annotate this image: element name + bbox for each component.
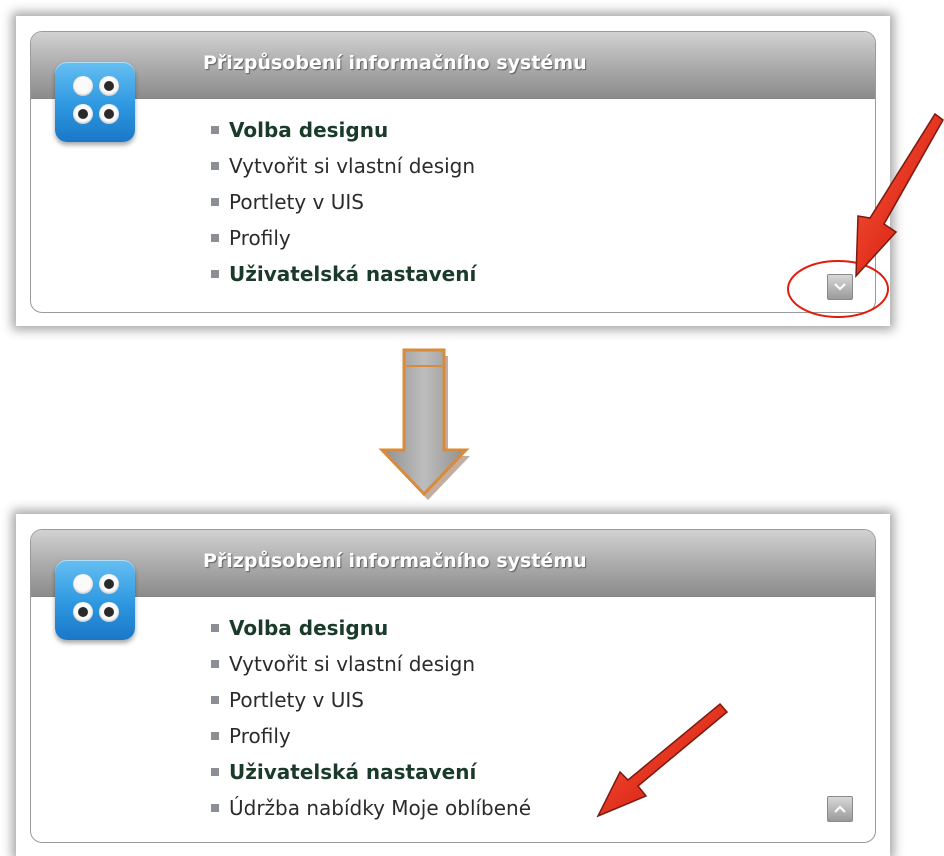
bullet-icon <box>211 623 219 632</box>
eye-icon <box>99 574 119 594</box>
bullet-icon <box>211 659 219 668</box>
bullet-icon <box>211 125 219 134</box>
panel-title: Přizpůsobení informačního systému <box>203 550 587 572</box>
app-icon <box>55 560 135 640</box>
menu-item[interactable]: Údržba nabídky Moje oblíbené <box>211 790 531 826</box>
transition-arrow <box>378 348 470 500</box>
menu-item[interactable]: Profily <box>211 718 531 754</box>
menu-item-label: Uživatelská nastavení <box>229 262 477 286</box>
menu-item[interactable]: Portlety v UIS <box>211 184 476 220</box>
bullet-icon <box>211 269 219 278</box>
eye-icon <box>73 602 93 622</box>
menu-list: Volba designu Vytvořit si vlastní design P… <box>211 112 476 292</box>
bullet-icon <box>211 695 219 704</box>
eye-icon <box>73 104 93 124</box>
menu-list: Volba designu Vytvořit si vlastní design P… <box>211 610 531 826</box>
eye-icon <box>73 574 93 594</box>
eye-icon <box>73 76 93 96</box>
bullet-icon <box>211 197 219 206</box>
menu-item-label: Portlety v UIS <box>229 688 364 712</box>
menu-item[interactable]: Uživatelská nastavení <box>211 256 476 292</box>
bullet-icon <box>211 161 219 170</box>
bullet-icon <box>211 731 219 740</box>
menu-item-label: Profily <box>229 724 291 748</box>
bullet-icon <box>211 233 219 242</box>
screenshot-expanded: Přizpůsobení informačního systému Volba … <box>16 514 890 856</box>
menu-item-label: Portlety v UIS <box>229 190 364 214</box>
menu-item-label: Volba designu <box>229 118 389 142</box>
bullet-icon <box>211 803 219 812</box>
panel-title: Přizpůsobení informačního systému <box>203 52 587 74</box>
eye-icon <box>99 602 119 622</box>
menu-item[interactable]: Volba designu <box>211 112 476 148</box>
menu-item-label: Profily <box>229 226 291 250</box>
eye-icon <box>99 76 119 96</box>
expand-button[interactable] <box>827 274 853 300</box>
menu-item-label: Vytvořit si vlastní design <box>229 652 476 676</box>
menu-item[interactable]: Vytvořit si vlastní design <box>211 148 476 184</box>
screenshot-collapsed: Přizpůsobení informačního systému Volba … <box>16 16 890 326</box>
collapse-button[interactable] <box>827 796 853 822</box>
portlet-panel: Přizpůsobení informačního systému Volba … <box>30 31 876 313</box>
bullet-icon <box>211 767 219 776</box>
chevron-up-icon <box>834 805 846 813</box>
app-icon <box>55 62 135 142</box>
menu-item-label: Uživatelská nastavení <box>229 760 477 784</box>
menu-item[interactable]: Volba designu <box>211 610 531 646</box>
menu-item[interactable]: Portlety v UIS <box>211 682 531 718</box>
menu-item[interactable]: Vytvořit si vlastní design <box>211 646 531 682</box>
menu-item-label: Volba designu <box>229 616 389 640</box>
menu-item[interactable]: Profily <box>211 220 476 256</box>
eye-icon <box>99 104 119 124</box>
panel-header: Přizpůsobení informačního systému <box>31 32 875 99</box>
chevron-down-icon <box>834 283 846 291</box>
panel-header: Přizpůsobení informačního systému <box>31 530 875 597</box>
menu-item-label: Údržba nabídky Moje oblíbené <box>229 796 532 820</box>
menu-item-label: Vytvořit si vlastní design <box>229 154 476 178</box>
portlet-panel: Přizpůsobení informačního systému Volba … <box>30 529 876 843</box>
menu-item[interactable]: Uživatelská nastavení <box>211 754 531 790</box>
